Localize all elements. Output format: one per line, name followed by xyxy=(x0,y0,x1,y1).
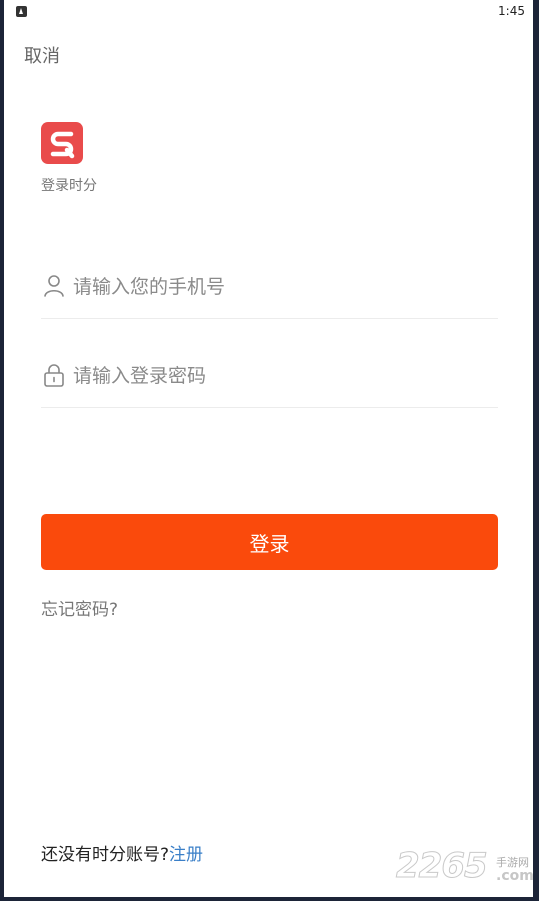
app-logo-icon xyxy=(41,122,83,164)
forgot-password-link[interactable]: 忘记密码? xyxy=(41,595,118,620)
status-time: 1:45 xyxy=(498,4,525,18)
no-account-text: 还没有时分账号? xyxy=(41,845,170,865)
register-link[interactable]: 注册 xyxy=(169,845,203,865)
status-bar: 1:45 xyxy=(4,0,533,24)
login-screen: 1:45 取消 登录时分 登录 忘记密码? 还没有时分账号?注册 2265 手游… xyxy=(4,0,533,897)
phone-field xyxy=(41,258,498,319)
app-name: 登录时分 xyxy=(41,178,97,194)
phone-input[interactable] xyxy=(73,270,483,304)
user-icon xyxy=(44,275,64,297)
password-input[interactable] xyxy=(73,359,483,393)
login-button[interactable]: 登录 xyxy=(41,514,498,570)
register-prompt: 还没有时分账号?注册 xyxy=(41,840,203,865)
app-notification-icon xyxy=(16,6,27,17)
watermark-number: 2265 xyxy=(396,846,489,887)
watermark-domain: .com xyxy=(496,868,533,884)
cancel-button[interactable]: 取消 xyxy=(24,42,60,68)
lock-icon xyxy=(44,364,64,387)
password-field xyxy=(41,347,498,408)
